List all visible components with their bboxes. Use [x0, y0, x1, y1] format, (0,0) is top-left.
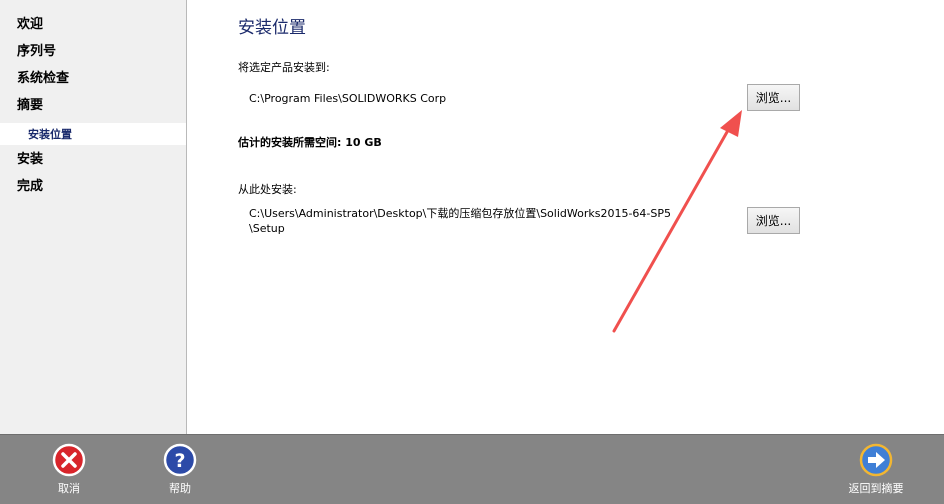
browse-source-button[interactable]: 浏览...	[747, 207, 800, 234]
sidebar-item-system-check[interactable]: 系统检查	[17, 71, 69, 87]
install-path: C:\Program Files\SOLIDWORKS Corp	[249, 92, 447, 105]
svg-text:?: ?	[174, 450, 185, 472]
cancel-icon	[52, 443, 86, 477]
footer-bar: 取消 ? 帮助 返回到摘要	[0, 434, 944, 504]
help-label: 帮助	[169, 482, 191, 495]
sidebar-item-install-location-label: 安装位置	[28, 128, 72, 141]
cancel-button[interactable]: 取消	[29, 443, 109, 496]
back-arrow-icon	[859, 443, 893, 477]
back-to-summary-label: 返回到摘要	[848, 482, 904, 495]
sidebar-item-install[interactable]: 安装	[17, 152, 43, 168]
space-required: 估计的安装所需空间: 10 GB	[238, 136, 382, 149]
source-path-line1: C:\Users\Administrator\Desktop\下载的压缩包存放位…	[249, 207, 672, 220]
install-to-label: 将选定产品安装到:	[238, 61, 330, 74]
sidebar-item-serial[interactable]: 序列号	[17, 44, 56, 60]
main-panel: 安装位置 将选定产品安装到: C:\Program Files\SOLIDWOR…	[188, 0, 944, 434]
help-button[interactable]: ? 帮助	[140, 443, 220, 496]
install-from-label: 从此处安装:	[238, 183, 297, 196]
sidebar-item-summary[interactable]: 摘要	[17, 98, 43, 114]
help-icon: ?	[163, 443, 197, 477]
browse-install-button[interactable]: 浏览...	[747, 84, 800, 111]
source-path-line2: \Setup	[249, 222, 285, 235]
cancel-label: 取消	[58, 482, 80, 495]
sidebar: 欢迎 序列号 系统检查 摘要 安装位置 安装 完成	[0, 0, 187, 434]
sidebar-item-install-location[interactable]: 安装位置	[0, 123, 186, 145]
sidebar-item-welcome[interactable]: 欢迎	[17, 17, 43, 33]
sidebar-item-finish[interactable]: 完成	[17, 179, 43, 195]
back-to-summary-button[interactable]: 返回到摘要	[834, 443, 918, 496]
page-title: 安装位置	[238, 18, 306, 38]
